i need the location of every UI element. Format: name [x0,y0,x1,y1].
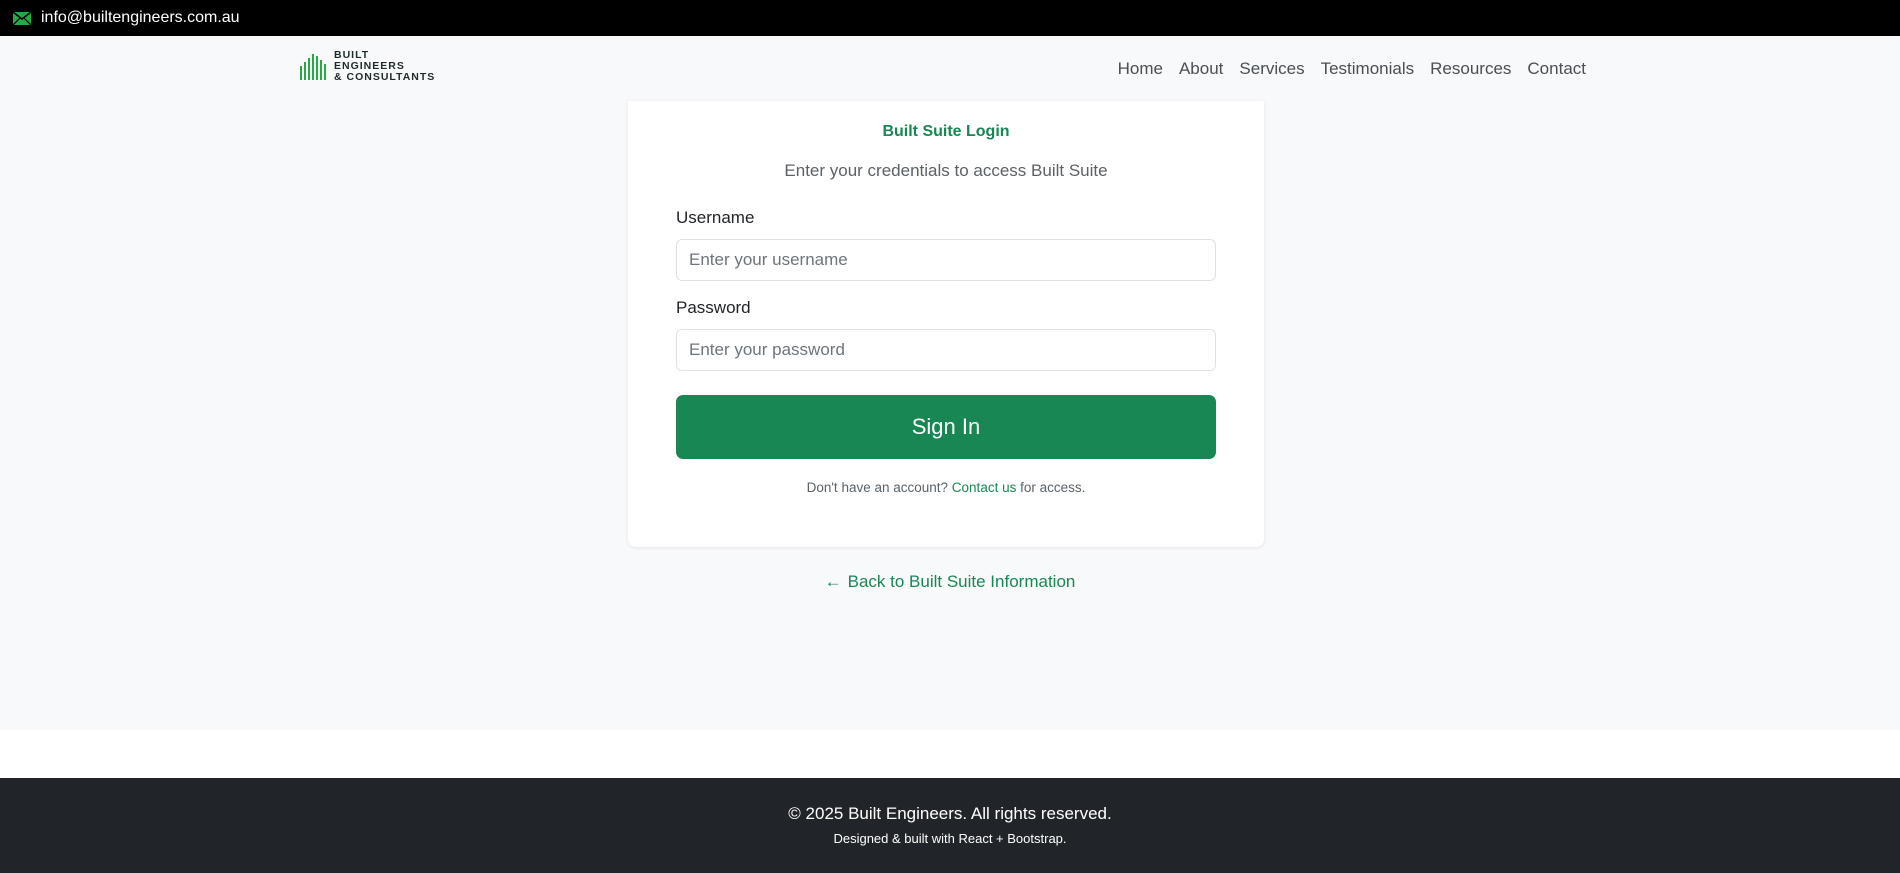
account-help-text: Don't have an account? Contact us for ac… [806,480,1086,495]
password-input[interactable] [676,329,1216,371]
back-to-info-link[interactable]: ← Back to Built Suite Information [0,572,1900,592]
nav-resources[interactable]: Resources [1430,59,1511,79]
logo-bars-icon [300,53,328,80]
nav-testimonials[interactable]: Testimonials [1321,59,1415,79]
navbar: BUILT ENGINEERS & CONSULTANTS Home About… [0,36,1900,101]
back-link-label: Back to Built Suite Information [847,572,1076,591]
username-input[interactable] [676,239,1216,281]
top-contact-bar: info@builtengineers.com.au [0,0,1900,36]
brand-name: BUILT ENGINEERS & CONSULTANTS [334,49,436,83]
password-label: Password [676,298,751,317]
mail-icon [13,11,31,25]
login-card: Built Suite Login Enter your credentials… [628,101,1264,547]
nav-home[interactable]: Home [1118,59,1163,79]
login-title: Built Suite Login [882,123,1010,140]
username-label: Username [676,208,755,227]
login-subtitle: Enter your credentials to access Built S… [784,161,1108,180]
nav-about[interactable]: About [1179,59,1223,79]
footer: © 2025 Built Engineers. All rights reser… [0,778,1900,873]
contact-us-link[interactable]: Contact us [952,480,1017,495]
footer-credit: Designed & built with React + Bootstrap. [833,831,1067,846]
main-content: Built Suite Login Enter your credentials… [0,101,1900,730]
contact-email[interactable]: info@builtengineers.com.au [41,9,240,27]
brand-logo[interactable]: BUILT ENGINEERS & CONSULTANTS [300,50,435,83]
nav-services[interactable]: Services [1239,59,1304,79]
main-nav: Home About Services Testimonials Resourc… [1102,36,1586,101]
arrow-left-icon: ← [824,572,842,591]
footer-copyright: © 2025 Built Engineers. All rights reser… [788,804,1112,823]
sign-in-button[interactable]: Sign In [676,395,1216,459]
nav-contact[interactable]: Contact [1527,59,1586,79]
